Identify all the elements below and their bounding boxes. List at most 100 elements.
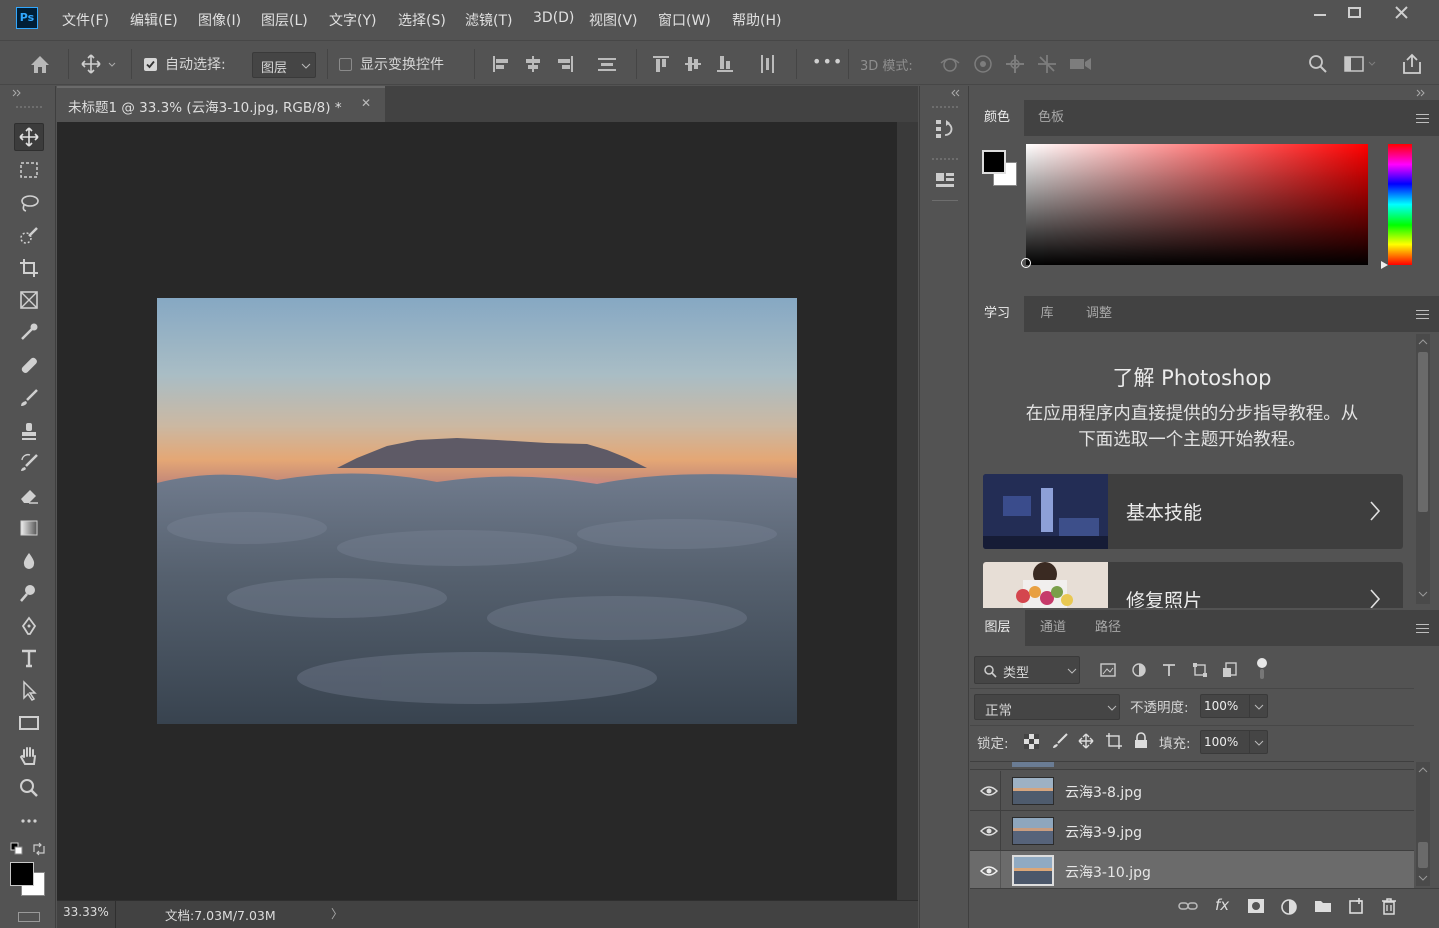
tab-swatches[interactable]: 色板 bbox=[1024, 100, 1078, 136]
blur-tool[interactable] bbox=[14, 547, 44, 575]
home-icon[interactable] bbox=[29, 53, 51, 75]
gradient-tool[interactable] bbox=[14, 514, 44, 542]
fill-input[interactable]: 100% bbox=[1200, 730, 1268, 754]
tab-color[interactable]: 颜色 bbox=[970, 100, 1024, 136]
menu-file[interactable]: 文件(F) bbox=[62, 10, 109, 30]
add-mask-icon[interactable] bbox=[1247, 898, 1265, 914]
tab-channels[interactable]: 通道 bbox=[1025, 610, 1081, 646]
canvas-image[interactable] bbox=[157, 298, 797, 724]
opacity-input[interactable]: 100% bbox=[1200, 694, 1268, 718]
filter-smart-object-icon[interactable] bbox=[1222, 662, 1238, 678]
document-tab[interactable]: 未标题1 @ 33.3% (云海3-10.jpg, RGB/8) * ✕ bbox=[57, 86, 385, 122]
learn-scrollbar-thumb[interactable] bbox=[1418, 352, 1428, 512]
lock-artboard-icon[interactable] bbox=[1106, 733, 1122, 749]
align-vcenter-icon[interactable] bbox=[682, 53, 704, 75]
pen-tool[interactable] bbox=[14, 612, 44, 640]
panel-foreground-swatch[interactable] bbox=[982, 150, 1006, 174]
hue-slider-marker[interactable] bbox=[1380, 260, 1390, 270]
quick-mask-icon[interactable] bbox=[18, 912, 40, 922]
color-picker-handle[interactable] bbox=[1021, 258, 1031, 268]
tab-library[interactable]: 库 bbox=[1024, 296, 1070, 332]
color-panel-menu-icon[interactable] bbox=[1416, 114, 1429, 126]
layers-scrollbar-thumb[interactable] bbox=[1418, 842, 1428, 868]
auto-select-checkbox[interactable] bbox=[144, 58, 157, 71]
crop-tool[interactable] bbox=[14, 254, 44, 282]
menu-3d[interactable]: 3D(D) bbox=[533, 10, 574, 26]
distribute-vertical-icon[interactable] bbox=[596, 53, 618, 75]
3d-roll-icon[interactable] bbox=[972, 53, 994, 75]
learn-card-fix-photos[interactable]: 修复照片 bbox=[983, 562, 1403, 608]
status-menu-arrow[interactable]: 〉 bbox=[331, 905, 343, 922]
more-options-icon[interactable]: ••• bbox=[812, 52, 843, 71]
layer-row-selected[interactable]: 云海3-10.jpg bbox=[970, 851, 1414, 891]
tab-adjustments[interactable]: 调整 bbox=[1070, 296, 1128, 332]
new-layer-icon[interactable] bbox=[1348, 897, 1366, 915]
lock-transparent-icon[interactable] bbox=[1024, 734, 1039, 749]
tab-layers[interactable]: 图层 bbox=[970, 610, 1025, 646]
layer-row[interactable]: 云海3-8.jpg bbox=[970, 771, 1414, 811]
link-layers-icon[interactable] bbox=[1178, 899, 1198, 913]
minimize-button[interactable] bbox=[1300, 4, 1340, 24]
canvas-area[interactable] bbox=[57, 122, 897, 900]
visibility-eye-icon[interactable] bbox=[980, 784, 998, 798]
filter-toggle-icon[interactable] bbox=[1256, 657, 1268, 681]
lock-pixels-icon[interactable] bbox=[1052, 733, 1068, 749]
align-hcenter-icon[interactable] bbox=[522, 53, 544, 75]
properties-panel-icon[interactable] bbox=[934, 170, 956, 192]
collapse-dock-icon[interactable] bbox=[950, 89, 960, 97]
collapse-panels-icon[interactable] bbox=[1416, 89, 1426, 97]
distribute-horizontal-icon[interactable] bbox=[756, 53, 778, 75]
close-window-button[interactable] bbox=[1382, 4, 1422, 24]
new-group-folder-icon[interactable] bbox=[1314, 898, 1332, 914]
learn-card-basic-skills[interactable]: 基本技能 bbox=[983, 474, 1403, 549]
foreground-color-swatch[interactable] bbox=[10, 862, 34, 886]
swap-colors-icon[interactable] bbox=[32, 842, 46, 856]
history-brush-tool[interactable] bbox=[14, 449, 44, 477]
quick-select-tool[interactable] bbox=[14, 222, 44, 250]
learn-scrollbar[interactable] bbox=[1416, 334, 1430, 604]
eyedropper-tool[interactable] bbox=[14, 318, 44, 346]
align-left-icon[interactable] bbox=[490, 53, 512, 75]
layers-panel-menu-icon[interactable] bbox=[1416, 624, 1429, 636]
filter-type-icon[interactable] bbox=[1161, 662, 1177, 678]
collapse-toolbar-icon[interactable] bbox=[12, 89, 22, 97]
menu-help[interactable]: 帮助(H) bbox=[732, 10, 781, 30]
3d-orbit-icon[interactable] bbox=[938, 53, 960, 75]
zoom-tool[interactable] bbox=[14, 774, 44, 802]
filter-pixel-icon[interactable] bbox=[1100, 662, 1116, 678]
hue-slider[interactable] bbox=[1388, 144, 1412, 265]
path-select-tool[interactable] bbox=[14, 677, 44, 705]
new-adjustment-layer-icon[interactable] bbox=[1281, 898, 1299, 916]
blend-mode-dropdown[interactable]: 正常 bbox=[974, 694, 1120, 720]
align-right-icon[interactable] bbox=[554, 53, 576, 75]
3d-camera-icon[interactable] bbox=[1068, 53, 1091, 75]
menu-window[interactable]: 窗口(W) bbox=[658, 10, 711, 30]
brush-tool[interactable] bbox=[14, 384, 44, 412]
lock-position-icon[interactable] bbox=[1078, 733, 1094, 749]
more-tools-icon[interactable] bbox=[14, 807, 44, 835]
menu-view[interactable]: 视图(V) bbox=[589, 10, 638, 30]
stamp-tool[interactable] bbox=[14, 417, 44, 445]
auto-select-dropdown[interactable]: 图层 bbox=[252, 52, 316, 78]
lock-all-icon[interactable] bbox=[1134, 732, 1148, 749]
type-tool[interactable] bbox=[14, 644, 44, 672]
history-panel-icon[interactable] bbox=[934, 118, 956, 140]
tab-paths[interactable]: 路径 bbox=[1081, 610, 1135, 646]
3d-slide-icon[interactable] bbox=[1036, 53, 1058, 75]
lasso-tool[interactable] bbox=[14, 189, 44, 217]
dodge-tool[interactable] bbox=[14, 579, 44, 607]
layer-row[interactable]: 云海3-9.jpg bbox=[970, 811, 1414, 851]
menu-edit[interactable]: 编辑(E) bbox=[130, 10, 178, 30]
color-picker-field[interactable] bbox=[1021, 144, 1368, 268]
workspace-icon[interactable] bbox=[1343, 53, 1376, 75]
filter-adjustment-icon[interactable] bbox=[1131, 662, 1147, 678]
align-top-icon[interactable] bbox=[650, 53, 672, 75]
visibility-eye-icon[interactable] bbox=[980, 824, 998, 838]
visibility-eye-icon[interactable] bbox=[980, 864, 998, 878]
zoom-level[interactable]: 33.33% bbox=[63, 905, 109, 919]
eraser-tool[interactable] bbox=[14, 482, 44, 510]
move-tool-preset-icon[interactable] bbox=[80, 53, 116, 75]
tab-learn[interactable]: 学习 bbox=[970, 296, 1024, 332]
move-tool[interactable] bbox=[14, 123, 44, 151]
menu-type[interactable]: 文字(Y) bbox=[329, 10, 376, 30]
